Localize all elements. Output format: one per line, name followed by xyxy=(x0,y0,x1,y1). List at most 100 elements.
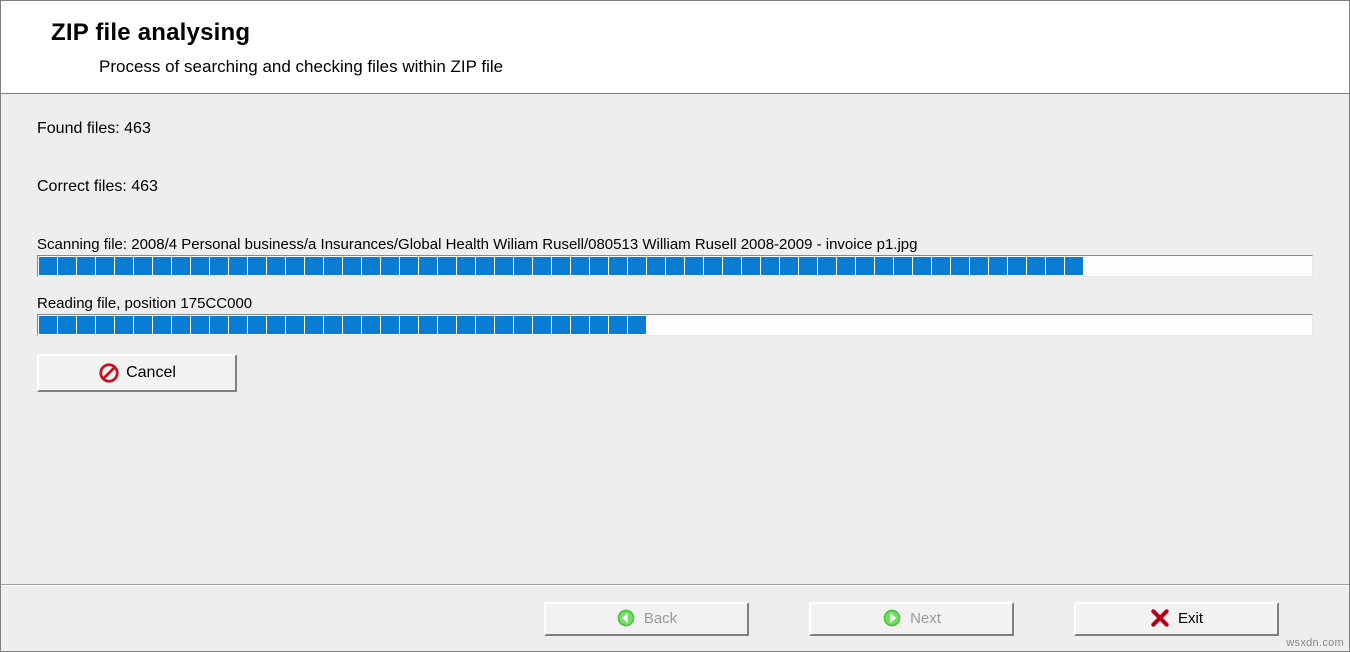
progress-segment xyxy=(533,316,551,334)
close-x-icon xyxy=(1150,608,1172,630)
progress-segment xyxy=(286,316,304,334)
progress-segment xyxy=(970,257,988,275)
progress-segment xyxy=(96,257,114,275)
progress-segment xyxy=(818,257,836,275)
progress-segment xyxy=(153,257,171,275)
progress-segment xyxy=(704,257,722,275)
progress-segment xyxy=(248,257,266,275)
reading-file-label: Reading file, position 175CC000 xyxy=(37,295,1313,312)
wizard-footer: Back Next Exit xyxy=(1,586,1349,651)
found-files-label: Found files: 463 xyxy=(37,120,1313,138)
progress-segment xyxy=(856,257,874,275)
progress-segment xyxy=(343,257,361,275)
progress-segment xyxy=(552,316,570,334)
back-button-label: Back xyxy=(644,610,677,627)
progress-segment xyxy=(533,257,551,275)
scanning-progress-bar xyxy=(37,255,1313,277)
back-button[interactable]: Back xyxy=(544,602,749,636)
progress-segment xyxy=(286,257,304,275)
progress-segment xyxy=(134,316,152,334)
arrow-left-circle-icon xyxy=(616,608,638,630)
page-subtitle: Process of searching and checking files … xyxy=(99,57,1309,77)
cancel-button[interactable]: Cancel xyxy=(37,354,237,392)
progress-segment xyxy=(362,257,380,275)
progress-segment xyxy=(39,257,57,275)
next-button[interactable]: Next xyxy=(809,602,1014,636)
progress-segment xyxy=(381,316,399,334)
progress-segment xyxy=(305,257,323,275)
page-title: ZIP file analysing xyxy=(51,19,1309,47)
progress-segment xyxy=(647,257,665,275)
progress-segment xyxy=(476,316,494,334)
wizard-header: ZIP file analysing Process of searching … xyxy=(1,1,1349,93)
progress-segment xyxy=(1027,257,1045,275)
exit-button-label: Exit xyxy=(1178,610,1203,627)
progress-segment xyxy=(191,257,209,275)
progress-segment xyxy=(400,316,418,334)
correct-files-label: Correct files: 463 xyxy=(37,178,1313,196)
progress-segment xyxy=(115,316,133,334)
progress-segment xyxy=(58,257,76,275)
exit-button[interactable]: Exit xyxy=(1074,602,1279,636)
progress-segment xyxy=(324,257,342,275)
progress-segment xyxy=(115,257,133,275)
progress-segment xyxy=(723,257,741,275)
progress-segment xyxy=(457,257,475,275)
progress-segment xyxy=(590,257,608,275)
progress-segment xyxy=(932,257,950,275)
progress-segment xyxy=(837,257,855,275)
reading-progress-bar xyxy=(37,314,1313,336)
progress-segment xyxy=(742,257,760,275)
scanning-file-label: Scanning file: 2008/4 Personal business/… xyxy=(37,236,1313,253)
progress-segment xyxy=(419,257,437,275)
progress-segment xyxy=(438,257,456,275)
progress-segment xyxy=(875,257,893,275)
progress-segment xyxy=(438,316,456,334)
progress-segment xyxy=(229,316,247,334)
watermark-text: wsxdn.com xyxy=(1286,637,1344,649)
progress-segment xyxy=(457,316,475,334)
progress-segment xyxy=(229,257,247,275)
cancel-button-label: Cancel xyxy=(126,364,176,382)
progress-segment xyxy=(1008,257,1026,275)
progress-segment xyxy=(172,257,190,275)
progress-segment xyxy=(324,316,342,334)
no-entry-icon xyxy=(98,362,120,384)
progress-segment xyxy=(989,257,1007,275)
progress-segment xyxy=(495,257,513,275)
progress-segment xyxy=(381,257,399,275)
progress-segment xyxy=(590,316,608,334)
progress-segment xyxy=(476,257,494,275)
progress-segment xyxy=(58,316,76,334)
progress-segment xyxy=(191,316,209,334)
arrow-right-circle-icon xyxy=(882,608,904,630)
progress-segment xyxy=(951,257,969,275)
progress-segment xyxy=(685,257,703,275)
progress-segment xyxy=(1046,257,1064,275)
progress-segment xyxy=(514,316,532,334)
progress-segment xyxy=(666,257,684,275)
progress-segment xyxy=(267,257,285,275)
progress-segment xyxy=(514,257,532,275)
progress-segment xyxy=(77,257,95,275)
progress-segment xyxy=(39,316,57,334)
progress-segment xyxy=(628,316,646,334)
progress-segment xyxy=(134,257,152,275)
progress-segment xyxy=(400,257,418,275)
progress-segment xyxy=(495,316,513,334)
progress-segment xyxy=(913,257,931,275)
progress-segment xyxy=(343,316,361,334)
progress-segment xyxy=(172,316,190,334)
progress-segment xyxy=(267,316,285,334)
progress-segment xyxy=(780,257,798,275)
progress-segment xyxy=(96,316,114,334)
progress-segment xyxy=(628,257,646,275)
progress-segment xyxy=(77,316,95,334)
next-button-label: Next xyxy=(910,610,941,627)
progress-segment xyxy=(609,316,627,334)
wizard-content: Found files: 463 Correct files: 463 Scan… xyxy=(1,94,1349,584)
progress-segment xyxy=(799,257,817,275)
progress-segment xyxy=(552,257,570,275)
progress-segment xyxy=(419,316,437,334)
progress-segment xyxy=(248,316,266,334)
